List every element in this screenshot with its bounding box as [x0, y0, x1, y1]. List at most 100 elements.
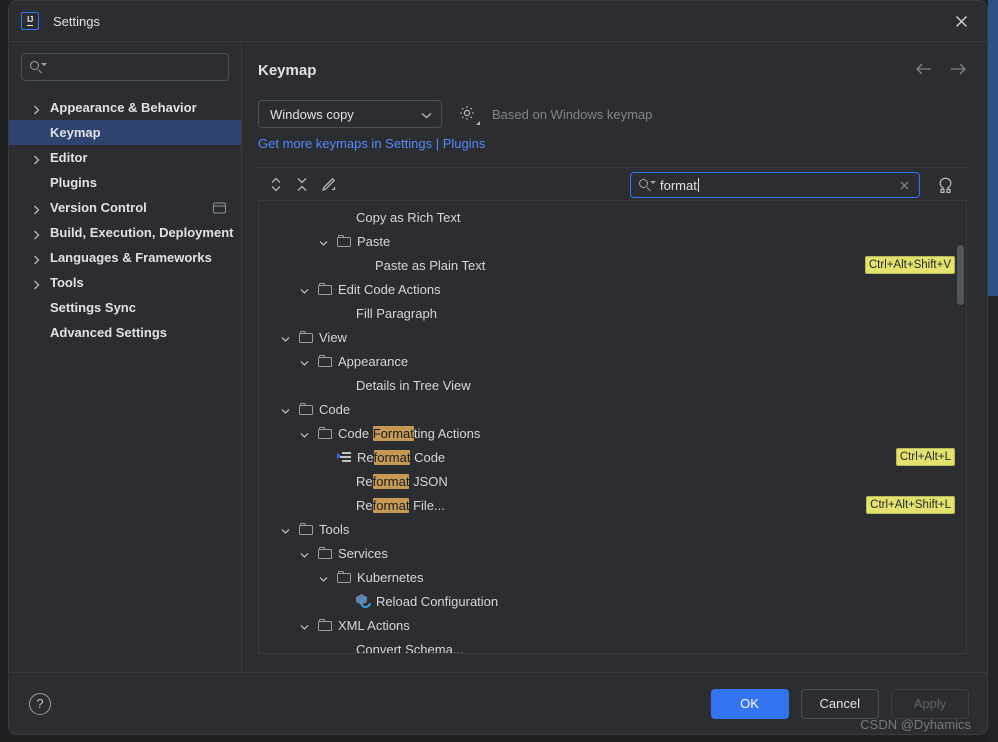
tree-row-label: Code Formatting Actions — [338, 425, 481, 441]
sidebar-item-build-execution-deployment[interactable]: Build, Execution, Deployment — [9, 220, 241, 245]
arrow-right-icon[interactable] — [947, 58, 969, 80]
cancel-button[interactable]: Cancel — [800, 688, 879, 719]
tree-row-label: Details in Tree View — [356, 377, 471, 393]
sidebar-item-label: Build, Execution, Deployment — [50, 225, 234, 240]
desktop-background-lower — [988, 296, 998, 742]
search-icon — [30, 60, 47, 74]
tree-row[interactable]: Kubernetes — [259, 565, 966, 589]
chevron-down-icon[interactable] — [281, 523, 293, 535]
close-icon[interactable] — [897, 178, 911, 192]
chevron-down-icon[interactable] — [300, 547, 312, 559]
title-bar: IJ Settings — [9, 1, 987, 42]
tree-row[interactable]: Reformat JSON — [259, 469, 966, 493]
chevron-right-icon[interactable] — [33, 278, 43, 289]
chevron-down-icon[interactable] — [300, 619, 312, 631]
collapse-all-icon[interactable] — [290, 172, 314, 196]
sidebar-item-label: Plugins — [50, 175, 97, 190]
gear-icon[interactable] — [458, 104, 480, 125]
edit-shortcut-icon[interactable] — [316, 172, 340, 196]
tree-row[interactable]: Appearance — [259, 349, 966, 373]
sidebar-item-keymap[interactable]: Keymap — [9, 120, 241, 145]
tree-row-label: Reload Configuration — [376, 593, 499, 609]
chevron-right-icon[interactable] — [33, 103, 43, 114]
chevron-right-icon[interactable] — [33, 228, 43, 239]
sidebar-search-input[interactable] — [21, 53, 229, 81]
sidebar-item-label: Version Control — [50, 200, 147, 215]
tree-row-label: Paste as Plain Text — [375, 257, 486, 273]
chevron-down-icon[interactable] — [300, 427, 312, 439]
tree-row-label: Reformat Code — [357, 449, 446, 465]
keymap-select[interactable]: Windows copy — [258, 100, 442, 128]
tree-row[interactable]: Edit Code Actions — [259, 277, 966, 301]
keymap-tree: Copy as Rich Text Paste Paste as Plain Tex… — [258, 200, 967, 654]
sidebar-item-appearance-behavior[interactable]: Appearance & Behavior — [9, 95, 241, 120]
tree-row[interactable]: Code Formatting Actions — [259, 421, 966, 445]
sidebar-item-label: Tools — [50, 275, 84, 290]
chevron-down-icon[interactable] — [319, 235, 331, 247]
tree-row[interactable]: View — [259, 325, 966, 349]
tree-row[interactable]: Paste as Plain Text Ctrl+Alt+Shift+V — [259, 253, 966, 277]
sidebar-item-editor[interactable]: Editor — [9, 145, 241, 170]
sidebar-item-plugins[interactable]: Plugins — [9, 170, 241, 195]
folder-icon — [318, 283, 332, 295]
ok-button[interactable]: OK — [710, 688, 789, 719]
navigation-arrows — [913, 58, 969, 80]
keymap-search-input[interactable]: format — [630, 172, 920, 198]
folder-icon — [299, 403, 313, 415]
sidebar-item-tools[interactable]: Tools — [9, 270, 241, 295]
sidebar-item-settings-sync[interactable]: Settings Sync — [9, 295, 241, 320]
settings-sidebar: Appearance & Behavior Keymap Editor Plugins… — [9, 42, 242, 672]
chevron-down-icon[interactable] — [319, 571, 331, 583]
chevron-right-icon[interactable] — [33, 203, 43, 214]
tree-row[interactable]: Code — [259, 397, 966, 421]
panel-icon — [213, 202, 226, 213]
chevron-right-icon[interactable] — [33, 253, 43, 264]
keymap-toolbar: format — [258, 167, 967, 200]
expand-all-icon[interactable] — [264, 172, 288, 196]
folder-icon — [318, 547, 332, 559]
sidebar-item-label: Languages & Frameworks — [50, 250, 212, 265]
sidebar-item-advanced-settings[interactable]: Advanced Settings — [9, 320, 241, 345]
window-title: Settings — [53, 13, 100, 29]
tree-row-label: Services — [338, 545, 388, 561]
tree-row-label: Convert Schema... — [356, 641, 464, 654]
tree-row[interactable]: XML Actions — [259, 613, 966, 637]
tree-row-label: Reformat File... — [356, 497, 445, 513]
tree-row-label: Tools — [319, 521, 350, 537]
tree-row[interactable]: Paste — [259, 229, 966, 253]
help-button[interactable]: ? — [29, 692, 51, 715]
get-more-keymaps-link[interactable]: Get more keymaps in Settings | Plugins — [258, 136, 485, 151]
tree-scrollbar[interactable] — [957, 245, 964, 305]
tree-row[interactable]: Fill Paragraph — [259, 301, 966, 325]
arrow-left-icon[interactable] — [913, 58, 935, 80]
chevron-down-icon[interactable] — [300, 283, 312, 295]
tree-row[interactable]: Reformat File... Ctrl+Alt+Shift+L — [259, 493, 966, 517]
intellij-idea-logo-icon: IJ — [21, 12, 39, 30]
tree-row[interactable]: Copy as Rich Text — [259, 205, 966, 229]
sidebar-item-label: Keymap — [50, 125, 101, 140]
folder-icon — [318, 427, 332, 439]
chevron-down-icon[interactable] — [300, 355, 312, 367]
close-icon[interactable] — [948, 8, 974, 34]
sidebar-item-languages-frameworks[interactable]: Languages & Frameworks — [9, 245, 241, 270]
tree-row-label: Reformat JSON — [356, 473, 448, 489]
find-by-shortcut-icon[interactable] — [935, 175, 955, 195]
tree-row-label: Appearance — [338, 353, 409, 369]
desktop-background-strip — [988, 0, 998, 296]
reformat-code-icon — [337, 451, 351, 463]
watermark: CSDN @Dyhamics — [860, 717, 971, 732]
chevron-right-icon[interactable] — [33, 153, 43, 164]
tree-row[interactable]: Convert Schema... — [259, 637, 966, 654]
tree-row[interactable]: Details in Tree View — [259, 373, 966, 397]
tree-row[interactable]: Tools — [259, 517, 966, 541]
tree-row[interactable]: Reload Configuration — [259, 589, 966, 613]
chevron-down-icon[interactable] — [281, 403, 293, 415]
tree-row[interactable]: Reformat Code Ctrl+Alt+L — [259, 445, 966, 469]
keymap-settings-panel: Keymap Windows copy Based on Windows key… — [242, 42, 987, 672]
sidebar-item-version-control[interactable]: Version Control — [9, 195, 241, 220]
chevron-down-icon[interactable] — [281, 331, 293, 343]
keymap-select-value: Windows copy — [270, 106, 354, 122]
apply-button: Apply — [891, 688, 969, 719]
tree-row[interactable]: Services — [259, 541, 966, 565]
shortcut-badge: Ctrl+Alt+Shift+L — [866, 496, 955, 514]
